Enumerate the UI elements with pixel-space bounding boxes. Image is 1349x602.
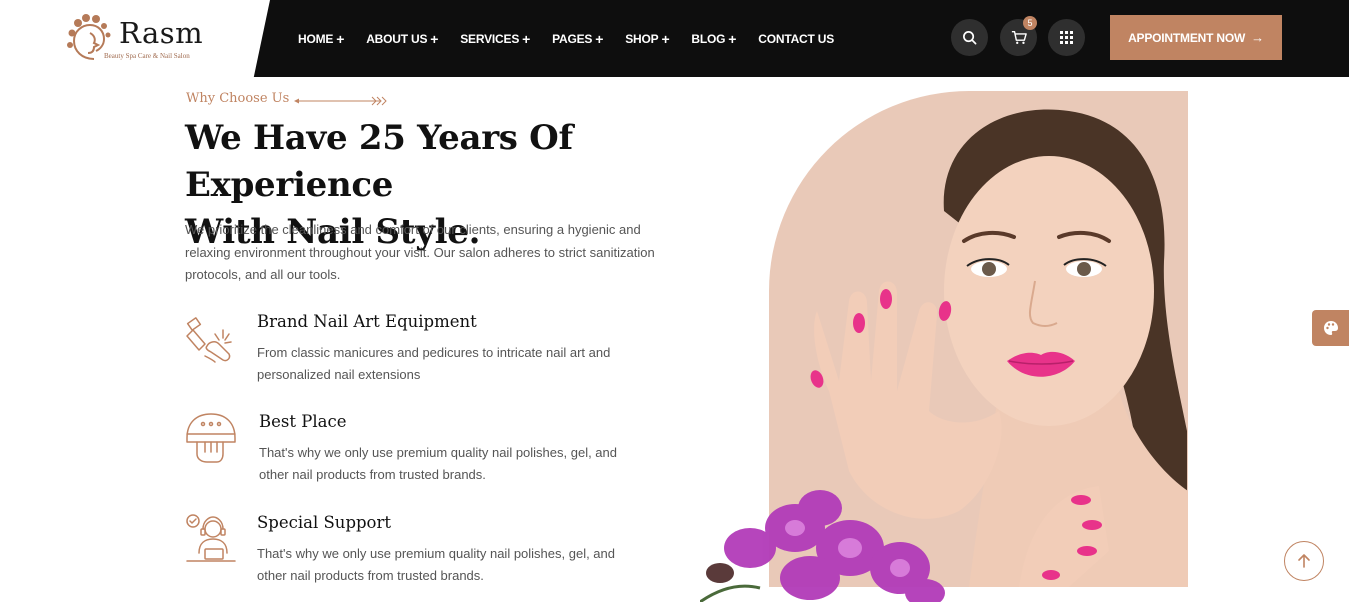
arrow-right-icon: → xyxy=(1251,30,1264,45)
nav-item-shop[interactable]: SHOP + xyxy=(625,32,669,46)
feature-description: From classic manicures and pedicures to … xyxy=(257,345,611,382)
menu-grid-button[interactable] xyxy=(1048,19,1085,56)
plus-icon: + xyxy=(336,30,345,47)
nav-item-pages[interactable]: PAGES + xyxy=(552,32,603,46)
nav-item-blog[interactable]: BLOG + xyxy=(691,32,736,46)
plus-icon: + xyxy=(522,30,531,47)
plus-icon: + xyxy=(661,30,670,47)
feature-description: That's why we only use premium quality n… xyxy=(259,445,617,482)
plus-icon: + xyxy=(595,30,604,47)
search-icon xyxy=(963,31,977,45)
feature-title: Special Support xyxy=(257,513,392,532)
nav-item-services[interactable]: SERVICES + xyxy=(460,32,530,46)
nav-label: BLOG xyxy=(691,31,726,46)
arrow-line-icon xyxy=(294,96,387,106)
nail-dryer-icon xyxy=(186,413,236,463)
site-header: Rasm Beauty Spa Care & Nail Salon HOME + … xyxy=(0,0,1349,77)
nav-label: PAGES xyxy=(552,31,593,46)
brand-tagline: Beauty Spa Care & Nail Salon xyxy=(104,52,190,60)
feature-title: Best Place xyxy=(259,412,347,431)
brand-name[interactable]: Rasm xyxy=(119,16,203,50)
nav-label: SHOP xyxy=(625,31,659,46)
main-nav: HOME + ABOUT US + SERVICES + PAGES + SHOP + B… xyxy=(298,0,856,77)
nail-polish-icon xyxy=(186,317,232,363)
section-eyebrow: Why Choose Us xyxy=(186,91,290,106)
cart-icon xyxy=(1011,31,1027,44)
palette-icon xyxy=(1323,321,1338,335)
section-intro: We prioritize the cleanliness and comfor… xyxy=(185,222,655,282)
arrow-up-icon xyxy=(1298,554,1310,568)
feature-title: Brand Nail Art Equipment xyxy=(257,312,477,331)
cart-count-badge: 5 xyxy=(1023,16,1037,30)
feature-description: That's why we only use premium quality n… xyxy=(257,546,615,583)
search-button[interactable] xyxy=(951,19,988,56)
heading-line-1: We Have 25 Years Of Experience xyxy=(185,118,573,205)
support-agent-icon xyxy=(186,514,236,562)
nav-item-contact[interactable]: CONTACT US xyxy=(758,32,834,46)
scroll-to-top-button[interactable] xyxy=(1284,541,1324,581)
appointment-label: APPOINTMENT NOW xyxy=(1128,30,1246,45)
orchid-flowers-image xyxy=(700,490,945,602)
nav-label: SERVICES xyxy=(460,31,520,46)
nav-label: ABOUT US xyxy=(366,31,428,46)
nav-item-home[interactable]: HOME + xyxy=(298,32,344,46)
plus-icon: + xyxy=(430,30,439,47)
nav-label: CONTACT US xyxy=(758,31,835,46)
nav-item-about[interactable]: ABOUT US + xyxy=(366,32,438,46)
nav-label: HOME xyxy=(298,31,334,46)
appointment-button[interactable]: APPOINTMENT NOW → xyxy=(1110,15,1282,60)
cart-button[interactable]: 5 xyxy=(1000,16,1037,56)
plus-icon: + xyxy=(728,30,737,47)
theme-palette-button[interactable] xyxy=(1312,310,1349,346)
grid-icon xyxy=(1060,31,1073,44)
